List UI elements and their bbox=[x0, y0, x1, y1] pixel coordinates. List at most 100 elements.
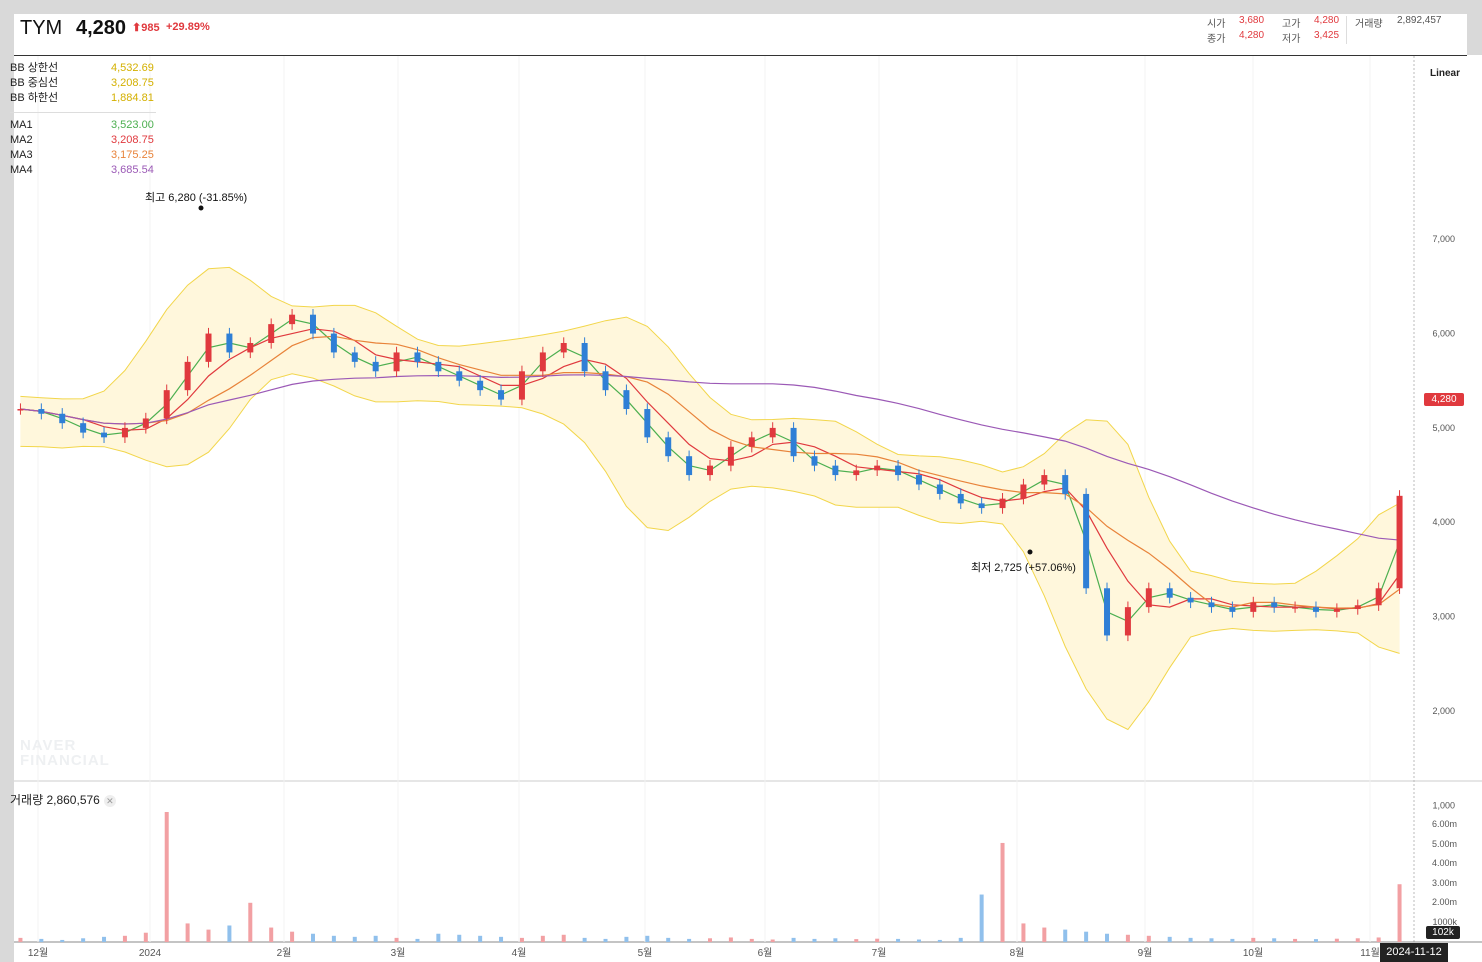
volume-bar bbox=[352, 936, 357, 942]
legend-row-bb-0[interactable]: BB 상한선 4,532.69 bbox=[10, 61, 160, 76]
price-tick-label: 4,000 bbox=[1432, 517, 1455, 527]
volume-bar bbox=[248, 902, 253, 942]
candle-body bbox=[1166, 588, 1173, 598]
volume-bar bbox=[39, 938, 44, 942]
legend-row-ma-3[interactable]: MA4 3,685.54 bbox=[10, 163, 160, 178]
legend-row-ma-0[interactable]: MA1 3,523.00 bbox=[10, 118, 160, 133]
volume-bar bbox=[415, 938, 420, 942]
volume-tick-label: 3.00m bbox=[1432, 878, 1457, 888]
arrow-up-icon: ⬆ bbox=[132, 22, 142, 34]
legend-row-bb-2[interactable]: BB 하한선 1,884.81 bbox=[10, 91, 160, 106]
candle-body bbox=[602, 371, 609, 391]
price-tag: 4,280 bbox=[1424, 393, 1464, 406]
legend-name: MA3 bbox=[10, 149, 33, 161]
legend-name: MA4 bbox=[10, 164, 33, 176]
candle-body bbox=[268, 324, 275, 343]
legend-row-bb-1[interactable]: BB 중심선 3,208.75 bbox=[10, 76, 160, 91]
volume-bar bbox=[1397, 884, 1402, 942]
candle-body bbox=[289, 314, 296, 325]
candle-body bbox=[644, 409, 651, 438]
volume-bar bbox=[1167, 936, 1172, 942]
candle-body bbox=[1083, 493, 1090, 589]
volume-label: 거래량 bbox=[1355, 19, 1383, 30]
volume-bar bbox=[1313, 939, 1318, 942]
volume-bar bbox=[1251, 937, 1256, 942]
candle-body bbox=[560, 342, 567, 353]
volume-bar bbox=[708, 938, 712, 942]
candle-body bbox=[1271, 602, 1278, 608]
volume-bar bbox=[122, 935, 127, 942]
volume-bar bbox=[310, 933, 315, 942]
volume-bar bbox=[875, 938, 880, 942]
candle-body bbox=[686, 456, 693, 476]
indicator-legend: BB 상한선 4,532.69 BB 중심선 3,208.75 BB 하한선 1,884.… bbox=[10, 61, 160, 178]
volume-bar bbox=[561, 934, 566, 942]
volume-bar bbox=[227, 925, 232, 942]
volume-bar bbox=[373, 935, 378, 942]
high-label: 고가 bbox=[1282, 19, 1301, 30]
legend-name: BB 중심선 bbox=[10, 77, 59, 89]
volume-bar bbox=[1230, 938, 1235, 942]
candle-body bbox=[1187, 597, 1194, 603]
candle-body bbox=[1250, 602, 1257, 612]
price-tick-label: 5,000 bbox=[1432, 423, 1455, 433]
x-tick-label: 7월 bbox=[872, 947, 887, 959]
x-tick-label: 11월 bbox=[1360, 947, 1380, 959]
candle-body bbox=[769, 427, 776, 438]
volume-bar bbox=[812, 938, 817, 942]
volume-bar bbox=[624, 936, 629, 942]
high-annotation: 최고 6,280 (-31.85%) bbox=[145, 192, 248, 204]
candle-body bbox=[518, 371, 525, 400]
date-tag: 2024-11-12 bbox=[1380, 943, 1448, 962]
legend-row-ma-1[interactable]: MA2 3,208.75 bbox=[10, 133, 160, 148]
low-marker bbox=[1027, 549, 1033, 555]
legend-divider bbox=[10, 112, 156, 113]
candle-body bbox=[80, 423, 87, 433]
price-tick-label: 3,000 bbox=[1432, 612, 1455, 622]
candle-body bbox=[1020, 484, 1027, 499]
candle-body bbox=[498, 390, 505, 400]
volume-bar bbox=[394, 937, 399, 942]
volume-bar bbox=[1293, 938, 1298, 942]
legend-name: MA2 bbox=[10, 134, 33, 146]
scale-mode-button[interactable]: Linear bbox=[1430, 68, 1460, 79]
candle-body bbox=[1041, 475, 1048, 485]
volume-bar bbox=[81, 938, 86, 942]
volume-bar bbox=[770, 939, 775, 942]
low-value: 3,425 bbox=[1314, 30, 1340, 41]
volume-bar bbox=[1146, 935, 1151, 942]
high-marker bbox=[198, 205, 204, 211]
candle-body bbox=[101, 432, 108, 438]
price-tick-label: 7,000 bbox=[1432, 234, 1455, 244]
price-tick-label: 6,000 bbox=[1432, 329, 1455, 339]
close-icon[interactable]: ✕ bbox=[103, 795, 116, 807]
volume-tag: 102k bbox=[1426, 926, 1460, 939]
volume-bar bbox=[1355, 938, 1360, 942]
candle-body bbox=[811, 456, 818, 466]
volume-bar bbox=[478, 935, 483, 942]
legend-row-ma-2[interactable]: MA3 3,175.25 bbox=[10, 148, 160, 163]
x-tick-label: 2월 bbox=[277, 947, 292, 959]
x-tick-label: 12월 bbox=[28, 947, 48, 959]
x-tick-label: 2024 bbox=[139, 948, 162, 959]
volume-bar bbox=[519, 937, 524, 942]
volume-bar bbox=[102, 936, 107, 942]
candle-body bbox=[936, 484, 943, 494]
volume-bar bbox=[1209, 938, 1214, 942]
volume-bar bbox=[269, 927, 274, 942]
candle-body bbox=[59, 413, 66, 424]
low-label: 저가 bbox=[1282, 34, 1301, 45]
candle-body bbox=[184, 361, 191, 391]
candle-body bbox=[895, 465, 902, 476]
legend-name: MA1 bbox=[10, 119, 33, 131]
legend-value: 3,175.25 bbox=[111, 149, 154, 161]
candle-body bbox=[623, 390, 630, 410]
volume-bar bbox=[687, 938, 692, 942]
legend-value: 1,884.81 bbox=[111, 92, 154, 104]
volume-bar bbox=[1272, 938, 1277, 942]
candle-body bbox=[874, 465, 881, 471]
volume-bar bbox=[937, 939, 942, 942]
price-chart[interactable]: 12월 2024 2월 3월 4월 5월 6월 7월 8월 9월 10월 11월 7,000 6,000 5… bbox=[0, 0, 1482, 962]
volume-bar bbox=[958, 937, 963, 942]
volume-tick-label: 4.00m bbox=[1432, 858, 1457, 868]
